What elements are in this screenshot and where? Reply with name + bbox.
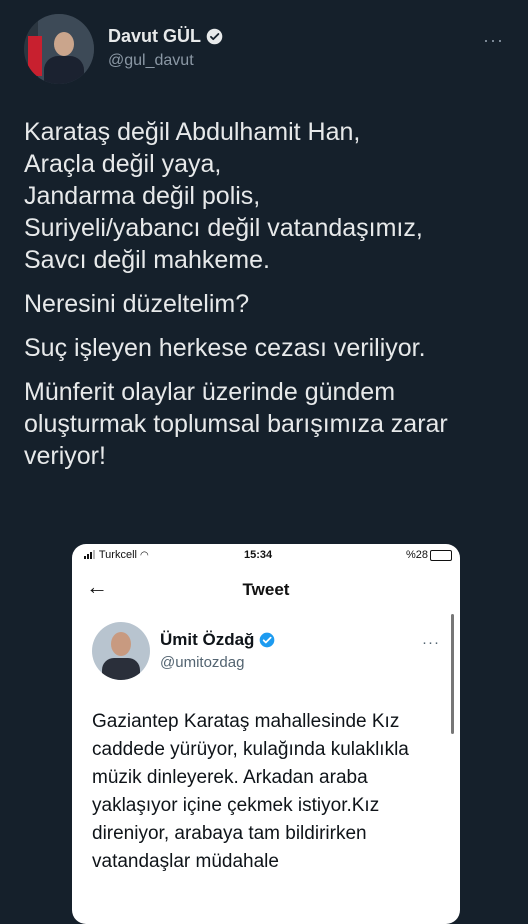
scrollbar[interactable]: [451, 614, 454, 734]
carrier-label: Turkcell ◠: [84, 549, 149, 561]
avatar-body: [102, 658, 140, 680]
quoted-tweet-text: Gaziantep Karataş mahallesinde Kız cadde…: [92, 711, 409, 872]
avatar-body: [44, 56, 84, 84]
verified-badge-icon: [206, 28, 223, 45]
tweet-paragraph-2: Neresini düzeltelim?: [24, 290, 250, 318]
status-time: 15:34: [244, 549, 273, 561]
tweet-paragraph-1: Karataş değil Abdulhamit Han, Araçla değ…: [24, 116, 514, 276]
quoted-author-handle[interactable]: @umitozdag: [160, 654, 244, 671]
author-handle[interactable]: @gul_davut: [108, 52, 194, 70]
carrier-name: Turkcell: [98, 549, 137, 561]
tweet-line: Jandarma değil polis,: [24, 182, 261, 210]
battery-percent: %28: [405, 549, 428, 561]
tweet-nav-bar: ← Tweet: [72, 570, 460, 610]
tweet-header: Davut GÜL @gul_davut ···: [24, 14, 504, 86]
flag-graphic: [28, 36, 42, 76]
tweet-line: Karataş değil Abdulhamit Han,: [24, 118, 361, 146]
tweet-paragraph-3: Suç işleyen herkese cezası veriliyor.: [24, 334, 426, 362]
quoted-author-avatar[interactable]: [92, 622, 150, 680]
tweet-line: Suriyeli/yabancı değil vatandaşımız,: [24, 214, 423, 242]
quoted-author-name-row: Ümit Özdağ: [160, 630, 275, 650]
author-display-name[interactable]: Davut GÜL: [108, 26, 201, 47]
signal-icon: [84, 550, 95, 559]
author-avatar[interactable]: [24, 14, 94, 84]
tweet-text: Karataş değil Abdulhamit Han, Araçla değ…: [24, 116, 514, 484]
avatar-head: [111, 632, 131, 656]
wifi-icon: ◠: [140, 550, 149, 561]
attached-screenshot[interactable]: Turkcell ◠ 15:34 %28 ← Tweet Ümit Özdağ …: [72, 544, 460, 924]
author-name-row: Davut GÜL: [108, 26, 223, 47]
battery-icon: [430, 550, 452, 561]
tweet-paragraph-4: Münferit olaylar üzerinde gündem oluştur…: [24, 378, 448, 470]
more-options-icon[interactable]: ···: [483, 30, 504, 51]
avatar-head: [54, 32, 74, 56]
tweet-line: Araçla değil yaya,: [24, 150, 222, 178]
quoted-author-display-name[interactable]: Ümit Özdağ: [160, 630, 254, 650]
nav-title: Tweet: [242, 580, 290, 599]
phone-status-bar: Turkcell ◠ 15:34 %28: [72, 544, 460, 566]
tweet-line: Savcı değil mahkeme.: [24, 246, 270, 274]
verified-badge-icon: [260, 632, 275, 648]
more-options-icon[interactable]: ···: [422, 634, 440, 651]
